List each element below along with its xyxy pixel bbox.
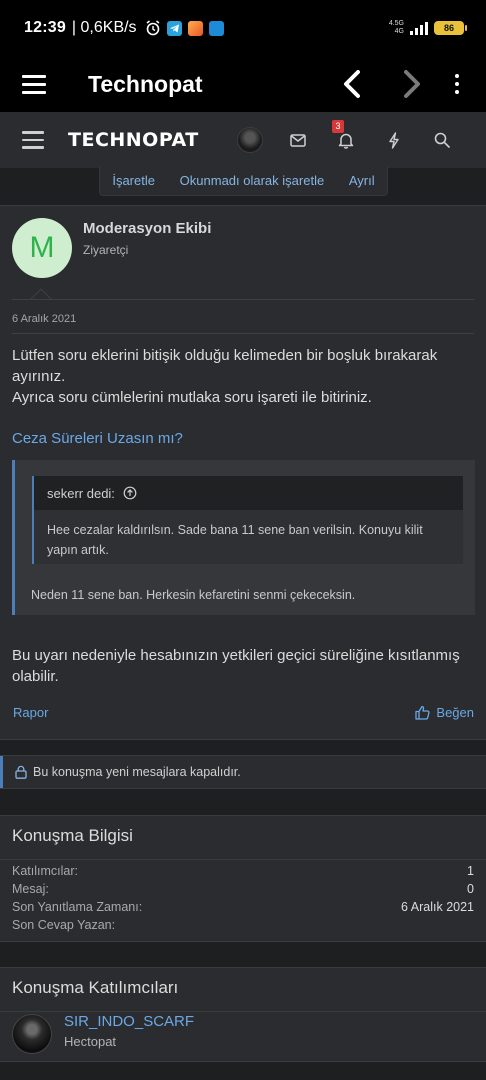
quote-reply-text: Neden 11 sene ban. Herkesin kefaretini s… [31, 588, 356, 602]
message-user-role: Ziyaretçi [83, 243, 129, 257]
app-bar: Technopat [0, 56, 486, 112]
like-button[interactable]: Beğen [415, 705, 474, 720]
info-label: Son Cevap Yazan: [12, 918, 116, 932]
notice-accent-bar [0, 756, 3, 788]
info-label: Mesaj: [12, 882, 49, 896]
message-username[interactable]: Moderasyon Ekibi [83, 220, 211, 237]
lock-icon [15, 765, 27, 779]
conversation-actions: İşaretle Okunmadı olarak işaretle Ayrıl [99, 166, 388, 196]
info-row: Mesaj: 0 [12, 882, 474, 896]
notification-badge: 3 [332, 120, 344, 133]
locked-notice-text: Bu konuşma yeni mesajlara kapalıdır. [33, 765, 241, 779]
network-label: 4.5G 4G [388, 20, 404, 35]
user-avatar[interactable] [226, 120, 274, 160]
forward-arrow-icon[interactable] [392, 64, 432, 104]
thread-link[interactable]: Ceza Süreleri Uzasın mı? [12, 430, 183, 447]
like-label: Beğen [436, 705, 474, 720]
battery-icon: 86 [434, 21, 467, 35]
message-body-line: Lütfen soru eklerini bitişik olduğu keli… [12, 347, 438, 385]
status-notification-icons [145, 20, 224, 36]
info-value: 1 [467, 864, 474, 878]
signal-icon [410, 21, 428, 35]
participant-role: Hectopat [64, 1034, 117, 1049]
mail-icon[interactable] [274, 120, 322, 160]
gallery-icon [187, 20, 203, 36]
info-divider [0, 859, 486, 860]
nested-quote: sekerr dedi: Hee cezalar kaldırılsın. Sa… [32, 476, 463, 564]
mark-unread-link[interactable]: Okunmadı olarak işaretle [180, 173, 325, 188]
message-footer: Rapor Beğen [13, 705, 474, 720]
bell-icon[interactable]: 3 [322, 120, 370, 160]
info-row: Son Yanıtlama Zamanı: 6 Aralık 2021 [12, 900, 474, 914]
status-right: 4.5G 4G 86 [388, 20, 467, 36]
hamburger-icon[interactable] [22, 131, 44, 149]
info-label: Katılımcılar: [12, 864, 78, 878]
site-logo[interactable]: TECHNOPAT [68, 129, 199, 151]
info-row: Katılımcılar: 1 [12, 864, 474, 878]
message-divider [12, 333, 474, 334]
status-time: 12:39 [24, 19, 66, 36]
news-app-icon [208, 20, 224, 36]
message-body-line: Ayrıca soru cümlelerini mutlaka soru işa… [12, 389, 372, 406]
thumbs-up-icon [415, 705, 430, 720]
more-vert-icon[interactable] [452, 74, 462, 94]
quote-block: sekerr dedi: Hee cezalar kaldırılsın. Sa… [12, 460, 475, 615]
warning-text: Bu uyarı nedeniyle hesabınızın yetkileri… [12, 647, 460, 685]
participant-name[interactable]: SIR_INDO_SCARF [64, 1013, 194, 1030]
quote-author: sekerr dedi: [47, 485, 115, 501]
back-arrow-icon[interactable] [332, 64, 372, 104]
telegram-icon [166, 20, 182, 36]
info-value: 0 [467, 882, 474, 896]
avatar[interactable] [12, 1014, 52, 1054]
quote-header[interactable]: sekerr dedi: [34, 476, 463, 510]
search-icon[interactable] [418, 120, 466, 160]
bolt-icon[interactable] [370, 120, 418, 160]
avatar [237, 127, 263, 153]
participants-title: Konuşma Katılımcıları [12, 978, 179, 997]
participants-block: Konuşma Katılımcıları SIR_INDO_SCARF Hec… [0, 967, 486, 1062]
locked-notice: Bu konuşma yeni mesajlara kapalıdır. [0, 755, 486, 789]
message-card: M Moderasyon Ekibi Ziyaretçi 6 Aralık 20… [0, 205, 486, 740]
status-speed: | 0,6KB/s [71, 19, 137, 36]
leave-link[interactable]: Ayrıl [349, 173, 375, 188]
info-value: 6 Aralık 2021 [401, 900, 474, 914]
avatar[interactable]: M [12, 218, 72, 278]
info-row: Son Cevap Yazan: [12, 918, 474, 932]
info-label: Son Yanıtlama Zamanı: [12, 900, 143, 914]
report-link[interactable]: Rapor [13, 705, 48, 720]
conversation-info-block: Konuşma Bilgisi Katılımcılar: 1 Mesaj: 0… [0, 815, 486, 942]
message-divider [12, 299, 474, 300]
site-header: TECHNOPAT 3 [0, 112, 486, 168]
alarm-icon [146, 20, 160, 36]
menu-icon[interactable] [22, 74, 46, 94]
info-title: Konuşma Bilgisi [12, 826, 133, 845]
status-bar: 12:39 | 0,6KB/s 4.5G 4G 86 [0, 0, 486, 56]
message-date[interactable]: 6 Aralık 2021 [12, 313, 76, 325]
app-title: Technopat [88, 70, 203, 97]
message-body: Lütfen soru eklerini bitişik olduğu keli… [12, 345, 468, 408]
quote-text: Hee cezalar kaldırılsın. Sade bana 11 se… [47, 523, 423, 557]
participants-divider [0, 1011, 486, 1012]
mark-link[interactable]: İşaretle [112, 173, 155, 188]
arrow-up-circle-icon[interactable] [123, 486, 137, 500]
